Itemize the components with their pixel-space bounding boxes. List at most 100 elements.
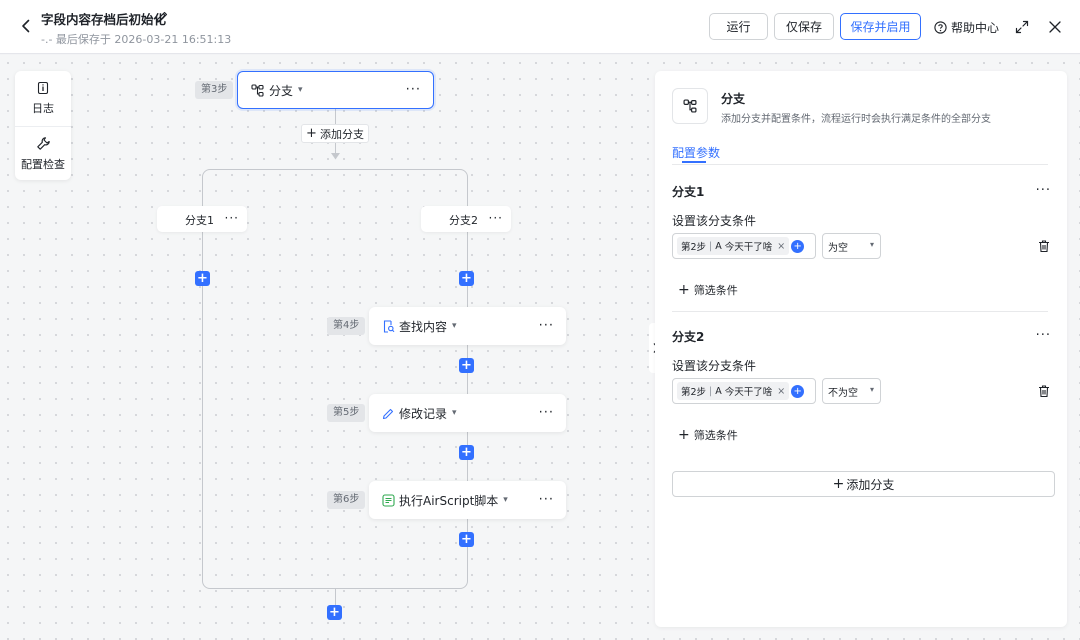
branch2-label: 分支2: [449, 214, 478, 227]
trash-icon[interactable]: [1037, 384, 1051, 398]
run-button[interactable]: 运行: [709, 13, 768, 40]
save-only-button[interactable]: 仅保存: [774, 13, 834, 40]
plus-icon: +: [678, 282, 690, 298]
chevron-down-icon[interactable]: ▾: [452, 408, 457, 418]
chip-field: 今天干了啥: [724, 387, 773, 398]
add-branch-label: 添加分支: [846, 477, 895, 492]
add-filter-label: 筛选条件: [693, 429, 738, 442]
config-check-tool[interactable]: 配置检查: [15, 126, 71, 180]
chevron-down-icon: ▾: [869, 385, 874, 394]
help-center-link[interactable]: 帮助中心: [934, 19, 999, 35]
trash-icon[interactable]: [1037, 239, 1051, 253]
remove-chip-icon[interactable]: ×: [777, 241, 785, 252]
field-chip: 第2步 | A 今天干了啥 ×: [677, 382, 790, 400]
more-icon[interactable]: ···: [406, 83, 421, 98]
chip-field: 今天干了啥: [724, 242, 773, 253]
script-icon: [382, 493, 395, 507]
operator-select[interactable]: 不为空 ▾: [822, 378, 881, 404]
panel-description: 添加分支并配置条件，流程运行时会执行满足条件的全部分支: [721, 114, 991, 125]
condition-field-input[interactable]: 第2步 | A 今天干了啥 × +: [672, 378, 816, 404]
tab-divider: [672, 164, 1048, 165]
text-field-icon: A: [715, 385, 722, 397]
chevron-down-icon: ▾: [869, 240, 874, 249]
panel-node-icon-box: [672, 88, 708, 124]
field-chip: 第2步 | A 今天干了啥 ×: [677, 237, 790, 255]
node-label: 修改记录: [399, 406, 448, 421]
add-step-button[interactable]: +: [459, 358, 474, 373]
last-saved-text: -.- 最后保存于 2026-03-21 16:51:13: [41, 33, 232, 46]
add-step-button[interactable]: +: [459, 271, 474, 286]
condition-field-input[interactable]: 第2步 | A 今天干了啥 × +: [672, 233, 816, 259]
node-label: 查找内容: [399, 319, 448, 334]
plus-icon: +: [832, 476, 845, 492]
operator-value: 为空: [828, 242, 848, 254]
info-doc-icon: [37, 81, 49, 94]
close-icon[interactable]: [1047, 19, 1063, 35]
branch1-label: 分支1: [185, 214, 214, 227]
add-branch-button[interactable]: + 添加分支: [672, 471, 1055, 497]
help-circle-icon: [934, 20, 947, 34]
edit-pen-icon: [382, 408, 394, 419]
branch2-heading: 分支2: [672, 330, 705, 344]
branch2-condition-label: 设置该分支条件: [672, 359, 757, 373]
plus-icon: +: [678, 427, 690, 443]
add-step-button[interactable]: +: [195, 271, 210, 286]
add-branch-pill[interactable]: + 添加分支: [301, 124, 369, 143]
more-icon[interactable]: ···: [539, 406, 554, 421]
branch-icon: [683, 99, 697, 113]
search-doc-icon: [383, 319, 395, 333]
add-step-button[interactable]: +: [459, 532, 474, 547]
more-icon[interactable]: ···: [225, 211, 239, 225]
back-arrow-icon[interactable]: [16, 16, 36, 36]
chevron-down-icon[interactable]: ▾: [452, 321, 457, 331]
log-label: 日志: [32, 101, 54, 115]
expand-icon[interactable]: [1014, 19, 1030, 35]
connector: [335, 109, 336, 124]
add-step-button[interactable]: +: [459, 445, 474, 460]
chevron-down-icon[interactable]: ▾: [298, 85, 303, 95]
arrow-down-icon: [331, 153, 340, 160]
more-icon[interactable]: ···: [539, 493, 554, 508]
plus-icon: +: [306, 126, 317, 141]
add-field-icon[interactable]: +: [791, 239, 805, 253]
page-title: 字段内容存档后初始化: [41, 12, 167, 27]
more-icon[interactable]: ···: [489, 211, 503, 225]
branch1-heading: 分支1: [672, 185, 705, 199]
chip-step: 第2步: [681, 387, 707, 398]
top-header: 字段内容存档后初始化 -.- 最后保存于 2026-03-21 16:51:13…: [0, 0, 1080, 54]
branch-node[interactable]: 分支 ▾ ···: [237, 71, 434, 109]
add-filter-button[interactable]: + 筛选条件: [678, 282, 738, 298]
step-tag: 第6步: [327, 491, 366, 509]
chip-step: 第2步: [681, 242, 707, 253]
tab-underline: [682, 161, 706, 163]
add-step-button[interactable]: +: [327, 605, 342, 620]
branch-icon: [251, 83, 264, 97]
chevron-down-icon[interactable]: ▾: [503, 495, 508, 505]
step-tag: 第5步: [327, 404, 366, 422]
more-icon[interactable]: ···: [1036, 183, 1051, 198]
pencil-icon[interactable]: [155, 10, 169, 24]
tab-config-params[interactable]: 配置参数: [672, 144, 720, 161]
text-field-icon: A: [715, 240, 722, 252]
operator-value: 不为空: [828, 387, 858, 399]
step-tag: 第4步: [327, 317, 366, 335]
more-icon[interactable]: ···: [1036, 328, 1051, 343]
add-field-icon[interactable]: +: [791, 384, 805, 398]
add-filter-label: 筛选条件: [693, 284, 738, 297]
more-icon[interactable]: ···: [539, 319, 554, 334]
airscript-node[interactable]: 执行AirScript脚本 ▾ ···: [369, 481, 566, 519]
side-toolbox: 日志 配置检查: [15, 71, 71, 180]
remove-chip-icon[interactable]: ×: [777, 386, 785, 397]
config-check-label: 配置检查: [21, 157, 65, 171]
log-tool[interactable]: 日志: [15, 71, 71, 125]
branch1-pill[interactable]: 分支1 ···: [157, 206, 247, 232]
step-tag: 第3步: [195, 81, 234, 99]
branch2-pill[interactable]: 分支2 ···: [421, 206, 511, 232]
help-center-label: 帮助中心: [951, 20, 1000, 35]
operator-select[interactable]: 为空 ▾: [822, 233, 881, 259]
add-filter-button[interactable]: + 筛选条件: [678, 427, 738, 443]
modify-record-node[interactable]: 修改记录 ▾ ···: [369, 394, 566, 432]
branch1-condition-label: 设置该分支条件: [672, 214, 757, 228]
find-content-node[interactable]: 查找内容 ▾ ···: [369, 307, 566, 345]
save-and-enable-button[interactable]: 保存并启用: [840, 13, 921, 40]
